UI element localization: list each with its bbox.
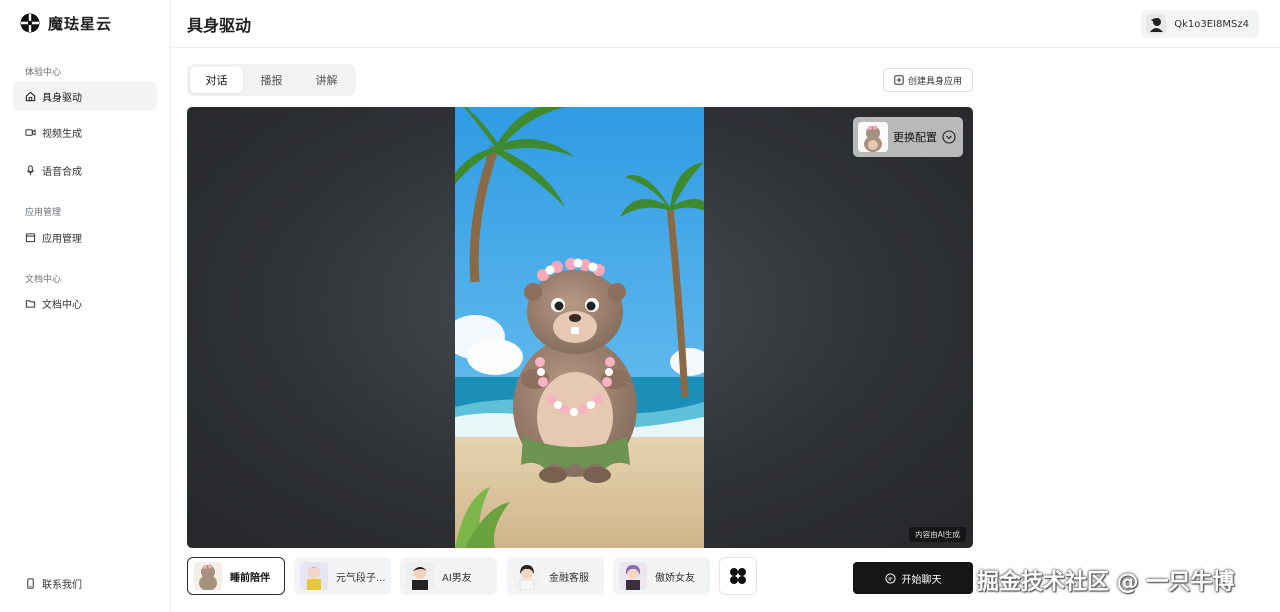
sidebar-item-video-generation[interactable]: 视频生成 [13,117,157,147]
change-config-button[interactable]: 更换配置 [853,117,963,157]
start-chat-label: 开始聊天 [901,574,942,586]
character-card-genki[interactable]: 元气段子... [294,557,391,595]
home-icon [25,91,36,101]
watermark: 掘金技术社区 @ 一只牛博 [977,570,1235,595]
sidebar: 魔珐星云 体验中心 具身驱动 视频生成 语音合成 应用管理 应用管理 文档中心 … [0,0,171,612]
sidebar-item-label: 视频生成 [42,128,82,140]
phone-icon [27,577,34,589]
character-card-finance-service[interactable]: 金融客服 [507,557,604,595]
sidebar-item-label: 语音合成 [42,166,82,178]
character-thumbnail [300,562,328,590]
character-thumbnail [406,562,434,590]
box-icon [25,232,36,242]
more-characters-button[interactable] [719,557,757,595]
character-card-tsundere[interactable]: 傲娇女友 [613,557,710,595]
change-config-label: 更换配置 [893,131,937,144]
folder-icon [25,299,36,308]
sidebar-item-app-management[interactable]: 应用管理 [13,222,157,252]
user-menu[interactable]: Qk1o3EI8MSz4 [1141,10,1259,38]
create-embodied-app-button[interactable]: 创建具身应用 [883,68,973,92]
character-card-ai-boyfriend[interactable]: AI男友 [400,557,497,595]
create-button-label: 创建具身应用 [907,76,962,87]
avatar-stage: 更换配置 内容由AI生成 [187,107,973,548]
sidebar-item-label: 文档中心 [42,299,82,311]
beach-scene-image [455,107,704,548]
chat-icon [884,572,896,584]
tab-broadcast[interactable]: 播报 [245,67,298,93]
character-thumbnail [619,562,647,590]
ai-generated-badge: 内容由AI生成 [909,527,966,542]
brand-name: 魔珐星云 [48,14,113,33]
user-name: Qk1o3EI8MSz4 [1174,18,1249,30]
group-label-docs: 文档中心 [25,275,62,285]
sidebar-item-docs[interactable]: 文档中心 [13,288,157,318]
sidebar-item-label: 具身驱动 [42,92,82,104]
group-label-app-management: 应用管理 [25,208,62,218]
character-thumbnail [513,562,541,590]
character-card-bedtime[interactable]: 睡前陪伴 [187,557,285,595]
video-icon [25,128,36,136]
start-chat-button[interactable]: 开始聊天 [853,562,973,594]
character-label: 睡前陪伴 [230,572,270,584]
character-label: 傲娇女友 [655,572,695,584]
plus-square-icon [894,75,904,85]
page-title: 具身驱动 [187,16,252,35]
mode-tabs: 对话 播报 讲解 [187,64,356,96]
brand[interactable]: 魔珐星云 [20,12,112,34]
header: 具身驱动 Qk1o3EI8MSz4 [171,0,1280,48]
character-label: 金融客服 [549,572,589,584]
grid-flower-icon [730,568,746,584]
sidebar-item-contact[interactable]: 联系我们 [13,568,157,598]
mic-icon [26,164,35,175]
sidebar-item-label: 联系我们 [42,579,82,591]
tab-explain[interactable]: 讲解 [300,67,353,93]
chevron-down-circle-icon [942,130,956,144]
group-label-experience: 体验中心 [25,68,62,78]
character-thumbnail [194,562,222,590]
character-label: AI男友 [442,572,472,584]
sidebar-item-label: 应用管理 [42,233,82,245]
avatar-preview [455,107,704,548]
sidebar-item-speech-synthesis[interactable]: 语音合成 [13,155,157,185]
sidebar-item-embodied-drive[interactable]: 具身驱动 [13,81,157,111]
brand-logo-icon [20,13,40,33]
character-label: 元气段子... [336,572,386,584]
avatar [1146,14,1167,34]
otter-character [513,258,637,483]
tab-dialogue[interactable]: 对话 [190,67,243,93]
config-thumbnail [858,122,888,152]
